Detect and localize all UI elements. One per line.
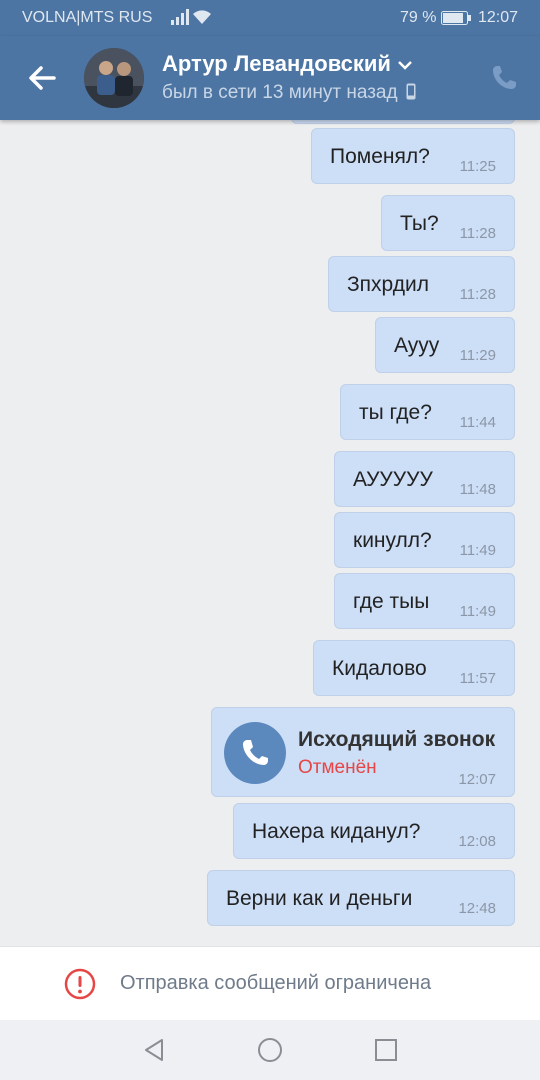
message-time: 11:29 xyxy=(459,347,496,364)
avatar[interactable] xyxy=(84,48,144,108)
message-time: 12:48 xyxy=(458,900,496,917)
message-bubble[interactable]: Ты? 11:28 xyxy=(381,195,515,251)
message-text: Ты? xyxy=(400,212,439,235)
call-message-bubble[interactable]: Исходящий звонок Отменён 12:07 xyxy=(211,707,515,797)
warning-icon xyxy=(64,968,96,1000)
message-text: Кидалово xyxy=(332,657,427,680)
message-time: 11:28 xyxy=(459,225,496,242)
status-bar: VOLNA|MTS RUS 79 % 12:07 xyxy=(0,0,540,36)
restriction-banner: Отправка сообщений ограничена xyxy=(0,946,540,1021)
message-bubble[interactable]: Поменял? 11:25 xyxy=(311,128,515,184)
message-bubble[interactable]: Зпхрдил 11:28 xyxy=(328,256,515,312)
chat-header: Артур Левандовский был в сети 13 минут н… xyxy=(0,36,540,120)
message-list[interactable]: Поменял? 11:25 Ты? 11:28 Зпхрдил 11:28 А… xyxy=(0,120,540,946)
message-text: АУУУУУ xyxy=(353,468,433,491)
message-time: 11:57 xyxy=(459,670,496,687)
message-text: Аууу xyxy=(394,334,440,357)
message-text: Нахера киданул? xyxy=(252,820,421,843)
message-bubble[interactable]: Кидалово 11:57 xyxy=(313,640,515,696)
last-seen: был в сети 13 минут назад xyxy=(162,82,416,104)
message-bubble[interactable]: Верни как и деньги 12:48 xyxy=(207,870,515,926)
message-time: 12:07 xyxy=(458,771,496,788)
message-bubble[interactable]: ты где? 11:44 xyxy=(340,384,515,440)
phone-icon xyxy=(243,740,268,765)
last-seen-text: был в сети 13 минут назад xyxy=(162,82,398,103)
clock: 12:07 xyxy=(478,9,519,26)
message-time: 11:44 xyxy=(459,414,496,431)
message-bubble[interactable]: кинулл? 11:49 xyxy=(334,512,515,568)
avatar-photo xyxy=(84,48,144,108)
message-bubble[interactable]: Аууу 11:29 xyxy=(375,317,515,373)
signal-icon xyxy=(171,9,189,25)
message-bubble[interactable]: где тыы 11:49 xyxy=(334,573,515,629)
back-arrow-icon[interactable] xyxy=(24,60,60,96)
contact-name[interactable]: Артур Левандовский xyxy=(162,51,413,77)
mobile-icon xyxy=(406,83,416,100)
message-text: где тыы xyxy=(353,590,430,613)
message-time: 11:48 xyxy=(459,481,496,498)
message-time: 11:49 xyxy=(459,603,496,620)
nav-home-icon[interactable] xyxy=(256,1036,284,1064)
call-title: Исходящий звонок xyxy=(298,728,496,751)
navigation-bar xyxy=(0,1020,540,1080)
nav-back-icon[interactable] xyxy=(140,1036,168,1064)
message-time: 11:25 xyxy=(459,158,496,175)
battery-icon xyxy=(441,11,471,25)
phone-call-icon[interactable] xyxy=(490,64,518,92)
message-bubble[interactable]: АУУУУУ 11:48 xyxy=(334,451,515,507)
message-bubble[interactable]: Нахера киданул? 12:08 xyxy=(233,803,515,859)
message-time: 11:49 xyxy=(459,542,496,559)
message-text: кинулл? xyxy=(353,529,432,552)
partial-message-bubble xyxy=(291,120,515,124)
restriction-text: Отправка сообщений ограничена xyxy=(120,972,432,994)
message-text: Зпхрдил xyxy=(347,273,429,296)
carrier-label: VOLNA|MTS RUS xyxy=(22,9,153,26)
call-icon-circle xyxy=(224,722,286,784)
message-text: Поменял? xyxy=(330,145,430,168)
wifi-icon xyxy=(193,10,211,24)
call-status: Отменён xyxy=(298,757,377,778)
battery-percent: 79 % xyxy=(400,9,437,26)
message-time: 11:28 xyxy=(459,286,496,303)
message-text: ты где? xyxy=(359,401,432,424)
nav-recents-icon[interactable] xyxy=(372,1036,400,1064)
contact-name-text: Артур Левандовский xyxy=(162,51,391,76)
message-time: 12:08 xyxy=(458,833,496,850)
message-text: Верни как и деньги xyxy=(226,887,413,910)
chevron-down-icon xyxy=(398,61,412,70)
